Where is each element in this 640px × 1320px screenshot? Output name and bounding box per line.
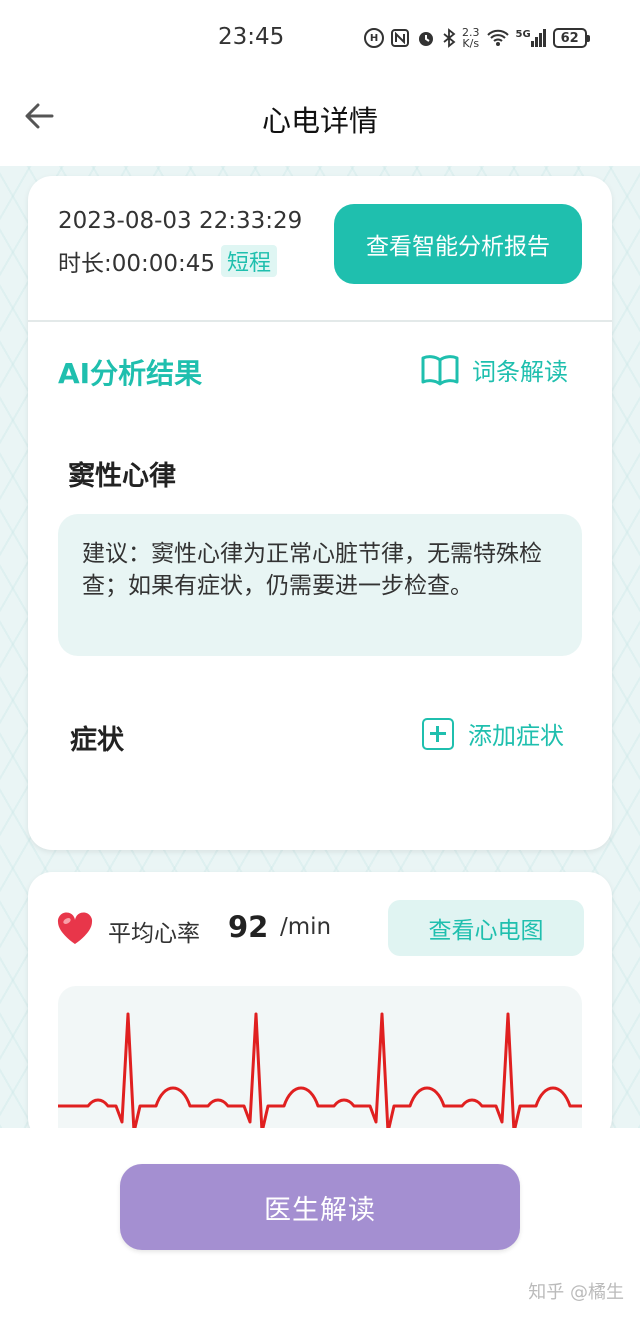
analysis-card: 2023-08-03 22:33:29 时长:00:00:45 短程 查看智能分… [28,176,612,850]
status-icons: H 2.3 K/s 5G 62 [364,24,590,52]
watermark: 知乎 @橘生 [528,1282,624,1303]
ecg-waveform [58,1012,582,1134]
symptom-label: 症状 [70,725,124,756]
view-ecg-button[interactable]: 查看心电图 [388,900,584,956]
doctor-interpretation-button[interactable]: 医生解读 [120,1164,520,1250]
avg-heart-rate-value: 92 [228,910,269,944]
hd-icon: H [364,28,384,48]
ai-analysis-title: AI分析结果 [58,357,203,390]
plus-icon [422,717,454,750]
divider [28,320,612,322]
status-bar: 23:45 H 2.3 K/s 5G 62 [0,0,640,76]
alarm-icon [416,28,436,48]
bottom-bar: 医生解读 知乎 @橘生 [0,1128,640,1320]
record-datetime: 2023-08-03 22:33:29 [58,208,303,234]
signal-icon: 5G [516,29,547,47]
signal-label: 5G [515,29,531,40]
add-symptom-button[interactable]: 添加症状 [422,716,564,751]
heart-icon [57,912,93,944]
avg-heart-rate-unit: /min [280,914,332,940]
net-speed: 2.3 K/s [462,27,480,49]
record-duration: 时长:00:00:45 短程 [58,244,278,278]
bluetooth-icon [442,28,456,48]
advice-box: 建议：窦性心律为正常心脏节律，无需特殊检查；如果有症状，仍需要进一步检查。 [58,514,582,656]
battery-icon: 62 [552,28,590,48]
net-speed-unit: K/s [462,37,480,50]
rhythm-result: 窦性心律 [68,461,176,492]
view-report-button[interactable]: 查看智能分析报告 [334,204,582,284]
duration-tag: 短程 [221,245,278,277]
duration-text: 时长:00:00:45 [58,251,216,277]
status-time: 23:45 [218,24,285,50]
nfc-icon [390,28,410,48]
ecg-preview[interactable] [58,986,582,1146]
book-icon [421,354,459,385]
avg-heart-rate-label: 平均心率 [108,921,200,947]
wifi-icon [486,28,510,48]
nav-bar: 心电详情 [0,76,640,167]
add-symptom-label: 添加症状 [468,722,564,750]
glossary-button[interactable]: 词条解读 [420,352,568,387]
page-title: 心电详情 [261,104,378,138]
glossary-label: 词条解读 [472,358,568,386]
heart-rate-card: 平均心率 92 /min 查看心电图 [28,872,612,1146]
